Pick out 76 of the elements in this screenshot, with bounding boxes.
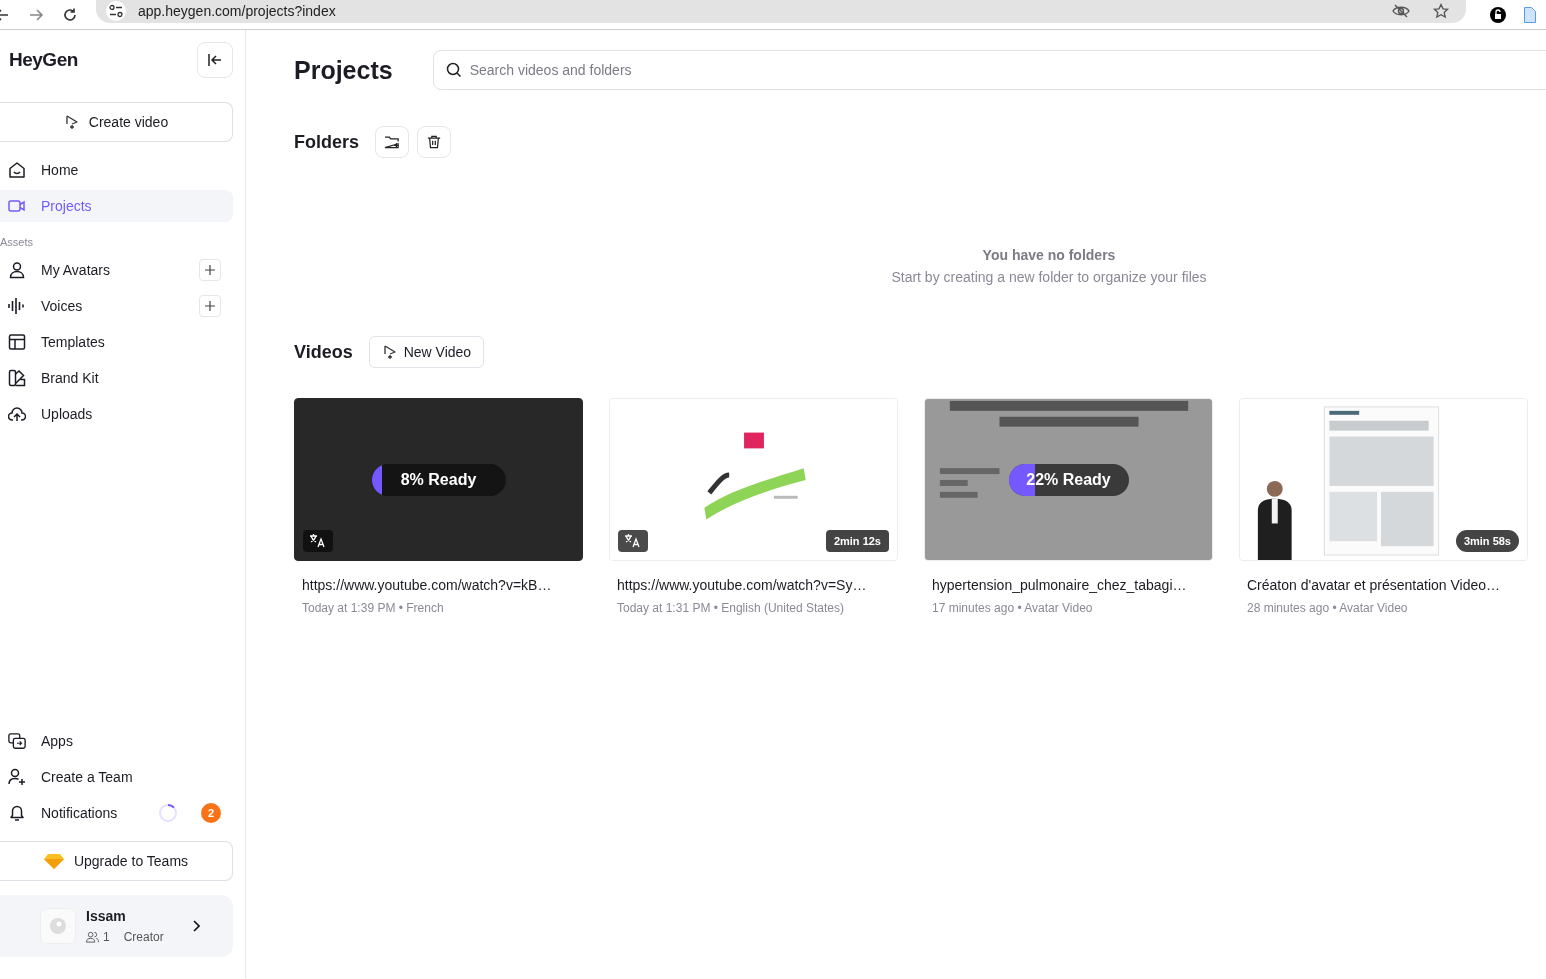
empty-state-message: Start by creating a new folder to organize your files	[891, 269, 1207, 285]
video-thumbnail[interactable]: 8% Ready	[294, 398, 583, 561]
nav-item[interactable]: Brand Kit	[0, 362, 233, 394]
cursor-plus-icon	[63, 114, 80, 130]
chevron-right-icon	[191, 920, 200, 932]
forward-icon[interactable]	[28, 6, 44, 23]
progress-pill: 8% Ready	[371, 463, 506, 496]
translate-icon[interactable]	[618, 530, 648, 552]
nav-item[interactable]: Notifications 2	[0, 797, 233, 829]
section-label: Assets	[0, 236, 34, 248]
notification-badge: 2	[201, 803, 221, 823]
add-button[interactable]	[199, 259, 221, 281]
video-title[interactable]: Créaton d'avatar et présentation Video…	[1239, 577, 1528, 593]
create-video-button[interactable]: Create video	[0, 102, 233, 142]
video-title[interactable]: https://www.youtube.com/watch?v=kB…	[294, 577, 583, 593]
plus-icon	[205, 265, 215, 275]
layout-icon	[8, 333, 26, 351]
cursor-plus-icon	[381, 344, 398, 360]
diamond-icon	[43, 853, 64, 869]
search-icon	[445, 62, 462, 78]
video-title[interactable]: hypertension_pulmonaire_chez_tabagi…	[924, 577, 1213, 593]
cloud-upload-icon	[8, 405, 26, 423]
video-meta: 28 minutes ago • Avatar Video	[1246, 601, 1409, 615]
duration-badge: 2min 12s	[825, 530, 889, 552]
nav-item[interactable]: Create a Team	[0, 761, 233, 793]
add-user-icon	[8, 768, 26, 786]
sound-wave-icon	[8, 297, 26, 315]
plus-icon	[205, 301, 215, 311]
extension-icon[interactable]	[1490, 6, 1506, 23]
collapse-sidebar-button[interactable]	[197, 42, 233, 78]
section-heading: Videos	[294, 341, 353, 363]
nav-item[interactable]: Templates	[0, 326, 233, 358]
document-icon[interactable]	[1524, 6, 1536, 23]
folder-plus-icon	[384, 135, 400, 149]
video-camera-icon	[8, 197, 26, 215]
nav-item[interactable]: Apps	[0, 725, 233, 757]
home-icon	[8, 161, 26, 179]
heygen-logo[interactable]: HeyGen	[9, 49, 78, 71]
video-meta: Today at 1:31 PM • English (United States)	[616, 601, 845, 615]
trash-icon	[427, 135, 441, 149]
section-heading: Folders	[294, 131, 359, 153]
star-icon[interactable]	[1432, 2, 1450, 19]
search-field[interactable]: Search videos and folders	[432, 50, 1546, 90]
duration-badge: 3min 58s	[1455, 530, 1519, 552]
nav-item[interactable]: Uploads	[0, 398, 233, 430]
avatar-icon	[40, 908, 76, 944]
apps-icon	[8, 732, 26, 750]
nav-item[interactable]: Projects	[0, 190, 233, 222]
new-video-button[interactable]: New Video	[368, 336, 485, 368]
delete-button[interactable]	[417, 126, 451, 158]
upgrade-button[interactable]: Upgrade to Teams	[0, 841, 233, 881]
bell-icon	[8, 804, 26, 822]
translate-icon[interactable]	[303, 530, 333, 552]
video-title[interactable]: https://www.youtube.com/watch?v=Sy…	[609, 577, 898, 593]
member-count: 1	[103, 930, 110, 944]
palette-icon	[8, 369, 26, 387]
user-card[interactable]: Issam 1 Creator	[0, 895, 233, 957]
nav-item[interactable]: Voices	[0, 290, 233, 322]
new-folder-button[interactable]	[375, 126, 409, 158]
address-bar[interactable]: app.heygen.com/projects?index	[96, 0, 1466, 23]
user-name: Issam	[86, 908, 127, 924]
nav-item[interactable]: My Avatars	[0, 254, 233, 286]
site-settings-icon[interactable]	[106, 0, 126, 21]
collapse-icon	[207, 52, 223, 68]
nav-item[interactable]: Home	[0, 154, 233, 186]
user-role: Creator	[123, 930, 164, 944]
url-text: app.heygen.com/projects?index	[138, 2, 336, 19]
add-button[interactable]	[199, 295, 221, 317]
eye-off-icon[interactable]	[1392, 2, 1410, 19]
video-meta: Today at 1:39 PM • French	[301, 601, 445, 615]
video-meta: 17 minutes ago • Avatar Video	[931, 601, 1094, 615]
person-icon	[8, 261, 26, 279]
empty-state-title: You have no folders	[982, 247, 1116, 263]
reload-icon[interactable]	[62, 6, 78, 23]
members-icon	[86, 931, 99, 943]
page-title: Projects	[294, 55, 393, 85]
